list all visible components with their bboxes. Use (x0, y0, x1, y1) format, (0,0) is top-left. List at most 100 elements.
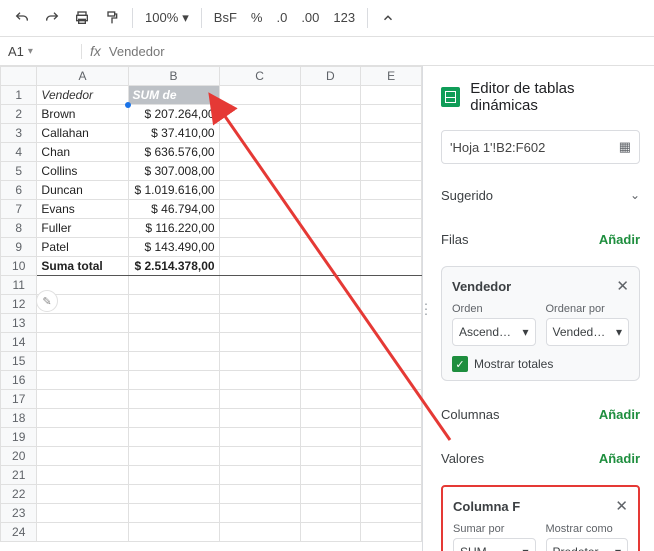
select-range-icon[interactable]: ▦ (619, 139, 631, 155)
row-header[interactable]: 2 (1, 105, 37, 124)
row-header[interactable]: 12 (1, 295, 37, 314)
data-range-input[interactable]: 'Hoja 1'!B2:F602 ▦ (441, 130, 640, 164)
add-rows-button[interactable]: Añadir (599, 232, 640, 247)
chevron-down-icon: ▾ (616, 325, 622, 339)
col-header[interactable]: B (128, 67, 219, 86)
row-header[interactable]: 18 (1, 409, 37, 428)
pivot-editor-panel: ⋮ Editor de tablas dinámicas 'Hoja 1'!B2… (423, 66, 654, 551)
formula-bar[interactable]: Vendedor (109, 44, 165, 59)
row-header[interactable]: 16 (1, 371, 37, 390)
cell[interactable]: Suma total (37, 257, 128, 276)
cell[interactable]: $ 207.264,00 (128, 105, 219, 124)
cell[interactable]: Collins (37, 162, 128, 181)
show-totals-checkbox[interactable]: ✓ Mostrar totales (452, 356, 629, 372)
row-header[interactable]: 11 (1, 276, 37, 295)
row-header[interactable]: 24 (1, 523, 37, 542)
row-header[interactable]: 10 (1, 257, 37, 276)
sortby-label: Ordenar por (546, 303, 630, 315)
row-header[interactable]: 5 (1, 162, 37, 181)
row-header[interactable]: 7 (1, 200, 37, 219)
row-header[interactable]: 9 (1, 238, 37, 257)
print-button[interactable] (68, 4, 96, 32)
cell[interactable]: Chan (37, 143, 128, 162)
name-box[interactable]: A1▾ (0, 44, 82, 59)
percent-button[interactable]: % (245, 10, 269, 25)
spreadsheet-grid[interactable]: A B C D E 1VendedorSUM de 2Brown$ 207.26… (0, 66, 422, 551)
row-header[interactable]: 15 (1, 352, 37, 371)
cell[interactable]: Duncan (37, 181, 128, 200)
row-header[interactable]: 8 (1, 219, 37, 238)
fx-icon: fx (82, 43, 109, 59)
field-name: Columna F (453, 499, 520, 514)
row-header[interactable]: 22 (1, 485, 37, 504)
cell[interactable]: $ 1.019.616,00 (128, 181, 219, 200)
row-header[interactable]: 19 (1, 428, 37, 447)
row-header[interactable]: 13 (1, 314, 37, 333)
cell[interactable]: SUM de (128, 86, 219, 105)
values-field-card: Columna F ✕ Sumar por SUM▾ Mostrar como … (441, 485, 640, 551)
increase-decimal-button[interactable]: .00 (295, 10, 325, 25)
columns-section-label: Columnas (441, 407, 500, 422)
col-header[interactable]: D (300, 67, 361, 86)
summarize-dropdown[interactable]: SUM▾ (453, 538, 536, 551)
sortby-dropdown[interactable]: Vended…▾ (546, 318, 630, 346)
summarize-label: Sumar por (453, 523, 536, 535)
values-section-label: Valores (441, 451, 484, 466)
pivot-table-icon (441, 87, 460, 107)
cell[interactable] (219, 86, 300, 105)
cell[interactable]: $ 636.576,00 (128, 143, 219, 162)
order-dropdown[interactable]: Ascend…▾ (452, 318, 536, 346)
undo-button[interactable] (8, 4, 36, 32)
cell[interactable] (361, 86, 422, 105)
suggested-toggle[interactable]: Sugerido ⌄ (441, 180, 640, 210)
cell[interactable]: Brown (37, 105, 128, 124)
row-header[interactable]: 20 (1, 447, 37, 466)
row-header[interactable]: 4 (1, 143, 37, 162)
decrease-decimal-button[interactable]: .0 (270, 10, 293, 25)
rows-field-card: Vendedor ✕ Orden Ascend…▾ Ordenar por Ve… (441, 266, 640, 381)
row-header[interactable]: 23 (1, 504, 37, 523)
chevron-down-icon: ▾ (522, 545, 528, 551)
edit-pivot-button[interactable]: ✎ (36, 290, 58, 312)
redo-button[interactable] (38, 4, 66, 32)
add-columns-button[interactable]: Añadir (599, 407, 640, 422)
remove-field-button[interactable]: ✕ (616, 277, 629, 295)
cell[interactable]: Vendedor (37, 86, 128, 105)
zoom-dropdown[interactable]: 100%▾ (139, 10, 195, 26)
remove-field-button[interactable]: ✕ (615, 497, 628, 515)
showas-dropdown[interactable]: Predeter…▾ (546, 538, 629, 551)
chevron-down-icon: ⌄ (630, 188, 640, 202)
cell[interactable] (300, 86, 361, 105)
col-header[interactable]: E (361, 67, 422, 86)
panel-title: Editor de tablas dinámicas (470, 80, 640, 114)
col-header[interactable]: A (37, 67, 128, 86)
cell[interactable]: $ 116.220,00 (128, 219, 219, 238)
drag-handle-icon[interactable]: ⋮ (423, 300, 433, 317)
rows-section-label: Filas (441, 232, 468, 247)
cell[interactable]: $ 143.490,00 (128, 238, 219, 257)
order-label: Orden (452, 303, 536, 315)
row-header[interactable]: 3 (1, 124, 37, 143)
currency-button[interactable]: BsF (208, 10, 243, 25)
cell[interactable]: $ 46.794,00 (128, 200, 219, 219)
select-all-corner[interactable] (1, 67, 37, 86)
showas-label: Mostrar como (546, 523, 629, 535)
add-values-button[interactable]: Añadir (599, 451, 640, 466)
cell[interactable]: Patel (37, 238, 128, 257)
cell[interactable]: $ 37.410,00 (128, 124, 219, 143)
expand-toolbar-button[interactable] (374, 4, 402, 32)
cell[interactable]: $ 307.008,00 (128, 162, 219, 181)
cell[interactable]: $ 2.514.378,00 (128, 257, 219, 276)
row-header[interactable]: 14 (1, 333, 37, 352)
paint-format-button[interactable] (98, 4, 126, 32)
selection-handle[interactable] (125, 102, 131, 108)
col-header[interactable]: C (219, 67, 300, 86)
row-header[interactable]: 21 (1, 466, 37, 485)
cell[interactable]: Evans (37, 200, 128, 219)
row-header[interactable]: 1 (1, 86, 37, 105)
row-header[interactable]: 6 (1, 181, 37, 200)
cell[interactable]: Fuller (37, 219, 128, 238)
row-header[interactable]: 17 (1, 390, 37, 409)
cell[interactable]: Callahan (37, 124, 128, 143)
more-formats-button[interactable]: 123 (327, 10, 361, 25)
